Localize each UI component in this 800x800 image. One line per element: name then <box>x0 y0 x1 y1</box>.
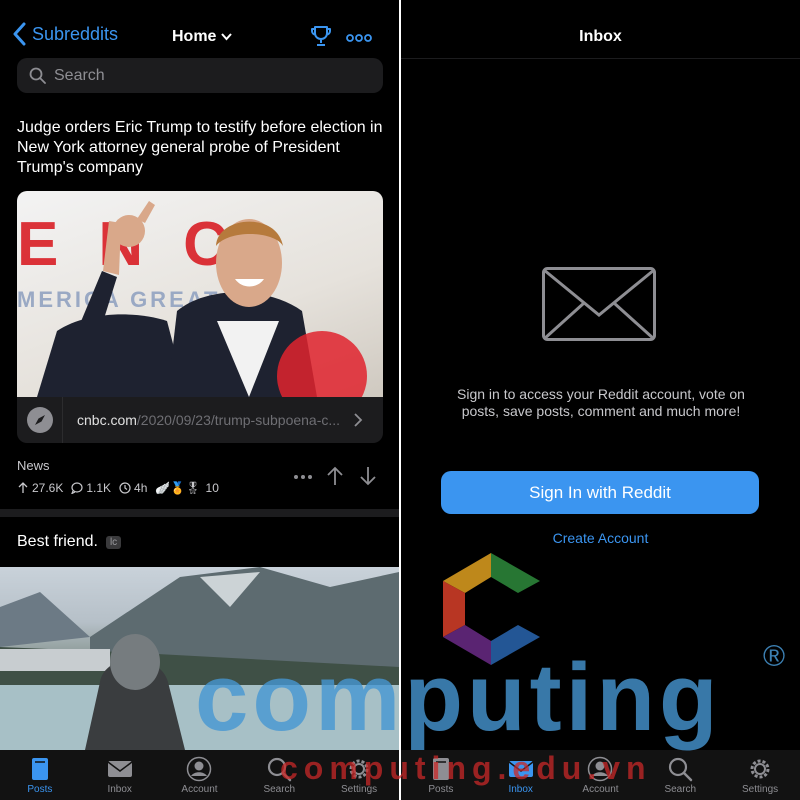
back-button[interactable]: Subreddits <box>12 22 118 46</box>
post-thumbnail[interactable]: ENC MERICA GREAT AG <box>17 191 383 397</box>
link-preview[interactable]: cnbc.com/2020/09/23/trump-subpoena-c... <box>17 397 383 443</box>
header-divider <box>401 58 800 59</box>
tab-account[interactable]: Account <box>160 750 240 800</box>
tab-label: Posts <box>27 784 53 795</box>
trophy-icon[interactable] <box>309 24 333 48</box>
mail-icon <box>107 761 133 777</box>
search-icon <box>669 757 693 782</box>
feed-selector[interactable]: Home <box>172 28 233 46</box>
page-title: Home <box>172 28 217 45</box>
watermark-brand: computing <box>195 644 722 751</box>
back-label: Subreddits <box>32 23 119 44</box>
post-divider <box>0 509 399 517</box>
chevron-left-icon <box>13 22 26 46</box>
upvote-count-icon <box>18 482 28 493</box>
tab-inbox[interactable]: Inbox <box>80 750 160 800</box>
link-path: /2020/09/23/trump-subpoena-c... <box>136 412 341 428</box>
post-meta: 27.6K 1.1K 4h 🪽🏅🎖 10 <box>17 481 219 495</box>
tab-label: Inbox <box>107 784 132 795</box>
chevron-down-icon <box>221 33 233 41</box>
tab-posts[interactable]: Posts <box>0 750 80 800</box>
post-more-icon[interactable] <box>293 474 313 480</box>
link-url: cnbc.com/2020/09/23/trump-subpoena-c... <box>77 412 347 428</box>
nav-header: Subreddits Home <box>0 0 399 56</box>
tab-settings[interactable]: Settings <box>720 750 800 800</box>
signin-message: Sign in to access your Reddit account, v… <box>457 386 745 419</box>
post-title[interactable]: Judge orders Eric Trump to testify befor… <box>17 118 387 178</box>
link-domain: cnbc.com <box>77 412 137 428</box>
watermark-url: computing.edu.vn <box>280 750 652 786</box>
tab-label: Settings <box>742 784 779 795</box>
search-bar[interactable] <box>17 58 383 93</box>
tab-label: Account <box>181 784 218 795</box>
post-title-2[interactable]: Best friend. lc <box>17 533 122 551</box>
create-account-link[interactable]: Create Account <box>401 530 800 546</box>
search-input[interactable] <box>54 66 354 85</box>
post-age: 4h <box>134 481 148 495</box>
upvote-arrow-icon[interactable] <box>326 466 344 486</box>
awards-icon: 🪽🏅🎖 <box>155 481 201 495</box>
subreddit-name[interactable]: News <box>17 458 50 473</box>
page-title: Inbox <box>579 28 622 45</box>
tab-search[interactable]: Search <box>640 750 720 800</box>
compass-icon-box <box>17 397 63 443</box>
account-icon <box>187 756 212 782</box>
comment-icon <box>71 482 83 494</box>
more-options-icon[interactable] <box>346 34 372 42</box>
gear-icon <box>750 759 770 779</box>
award-count: 10 <box>205 481 219 495</box>
search-icon <box>29 67 46 84</box>
chevron-right-icon <box>354 413 363 427</box>
person-photo <box>37 201 367 397</box>
compass-icon <box>26 407 53 433</box>
flair-badge: lc <box>105 535 122 549</box>
clock-icon <box>119 482 131 494</box>
downvote-arrow-icon[interactable] <box>359 466 377 486</box>
upvote-count: 27.6K <box>32 481 64 495</box>
posts-icon <box>31 758 48 780</box>
watermark-registered: ® <box>763 640 786 673</box>
envelope-icon <box>542 267 656 341</box>
tab-label: Search <box>664 784 697 795</box>
post-title-text: Best friend. <box>17 533 98 550</box>
comment-count: 1.1K <box>86 481 112 495</box>
sign-in-button[interactable]: Sign In with Reddit <box>441 471 759 514</box>
